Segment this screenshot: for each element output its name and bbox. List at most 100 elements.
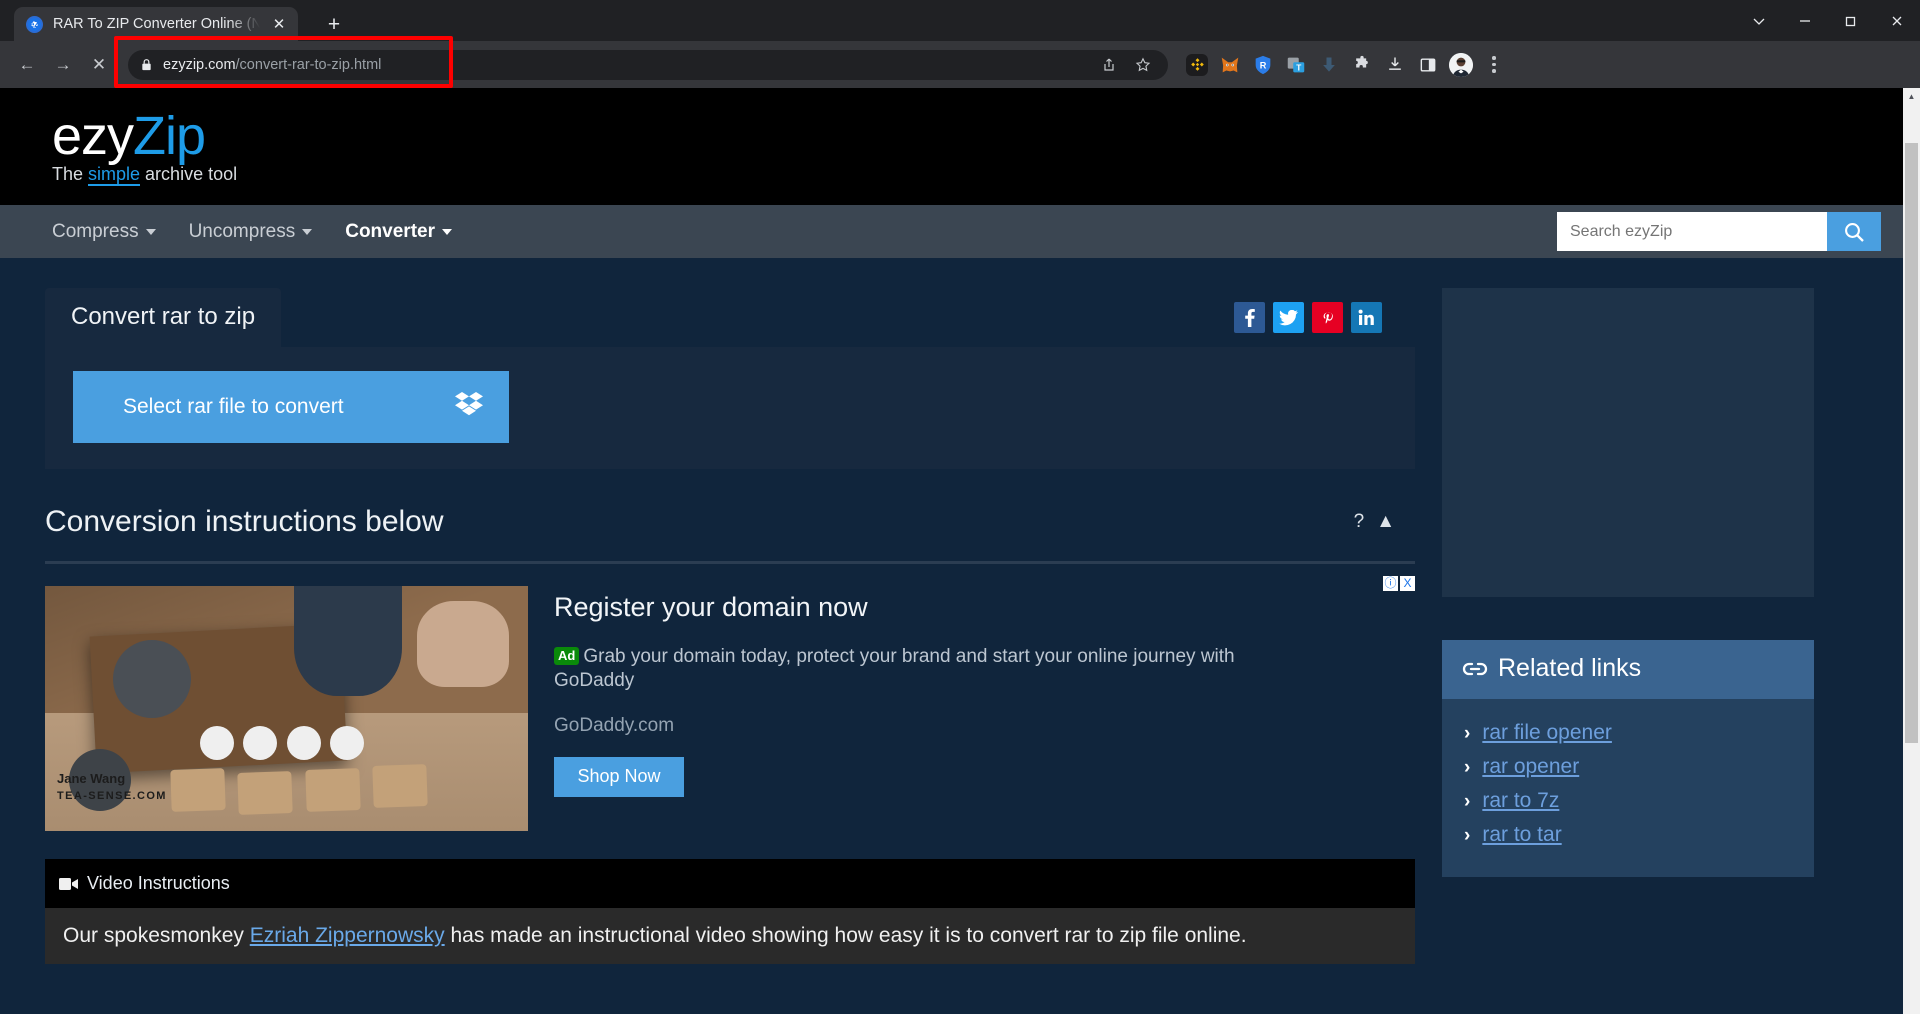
web-page: ezyZip The simple archive tool Compress … — [0, 88, 1903, 1014]
tagline-highlight: simple — [88, 164, 140, 186]
spokesmonkey-link[interactable]: Ezriah Zippernowsky — [250, 924, 445, 947]
ad-image-credit: Jane Wang TEA-SENSE.COM — [57, 770, 167, 805]
video-instructions-text: Our spokesmonkey Ezriah Zippernowsky has… — [63, 924, 1397, 948]
downloads-icon[interactable] — [1380, 50, 1410, 80]
browser-tab[interactable]: eZ RAR To ZIP Converter Online (No ✕ — [14, 7, 298, 41]
site-tagline: The simple archive tool — [52, 164, 1903, 185]
chevron-down-icon — [146, 229, 156, 235]
dropbox-icon — [455, 391, 483, 423]
list-item[interactable]: › rar opener — [1464, 755, 1814, 779]
profile-avatar[interactable] — [1446, 50, 1476, 80]
url-text: ezyzip.com/convert-rar-to-zip.html — [163, 57, 381, 73]
divider — [45, 561, 1415, 564]
search-button[interactable] — [1827, 212, 1881, 251]
close-window-button[interactable] — [1874, 0, 1920, 41]
chevron-right-icon: › — [1464, 792, 1470, 811]
sidebar-ad-placeholder[interactable] — [1442, 288, 1814, 597]
tab-convert-rar-to-zip[interactable]: Convert rar to zip — [45, 288, 281, 347]
facebook-share-icon[interactable] — [1234, 302, 1265, 333]
nav-label: Uncompress — [189, 221, 296, 243]
page-scrollbar[interactable]: ▲ — [1903, 88, 1920, 1014]
related-links-title: Related links — [1498, 654, 1641, 683]
binance-extension-icon[interactable] — [1182, 50, 1212, 80]
bookmark-star-icon[interactable] — [1130, 52, 1156, 78]
social-share-bar — [1234, 288, 1412, 333]
help-icon[interactable]: ? — [1354, 511, 1365, 533]
instructions-section: Conversion instructions below ? ▲ — [45, 505, 1415, 564]
related-link[interactable]: rar opener — [1482, 755, 1579, 779]
main-column: Convert rar to zip — [0, 288, 1412, 964]
nav-item-compress[interactable]: Compress — [52, 221, 156, 243]
instructions-title: Conversion instructions below — [45, 505, 444, 539]
minimize-button[interactable] — [1782, 0, 1828, 41]
twitter-share-icon[interactable] — [1273, 302, 1304, 333]
video-instructions-body: Our spokesmonkey Ezriah Zippernowsky has… — [45, 908, 1415, 964]
ad-badge: Ad — [554, 647, 579, 665]
scroll-up-arrow-icon[interactable]: ▲ — [1903, 88, 1920, 105]
nav-item-uncompress[interactable]: Uncompress — [189, 221, 313, 243]
list-item[interactable]: › rar to 7z — [1464, 789, 1814, 813]
collapse-icon[interactable]: ▲ — [1376, 511, 1395, 533]
forward-button[interactable]: → — [46, 48, 80, 82]
tagline-pre: The — [52, 164, 88, 184]
ad-info-icon[interactable]: ⓘ — [1383, 576, 1398, 591]
logo-part-one: ezy — [52, 106, 133, 166]
metamask-extension-icon[interactable] — [1215, 50, 1245, 80]
select-file-button[interactable]: Select rar file to convert — [73, 371, 509, 443]
search-icon — [1842, 220, 1866, 244]
download-manager-extension-icon[interactable] — [1314, 50, 1344, 80]
list-item[interactable]: › rar to tar — [1464, 823, 1814, 847]
tab-close-icon[interactable]: ✕ — [270, 17, 288, 32]
side-panel-icon[interactable] — [1413, 50, 1443, 80]
logo-part-two: Zip — [133, 106, 205, 166]
related-link[interactable]: rar to tar — [1482, 823, 1561, 847]
linkedin-share-icon[interactable] — [1351, 302, 1382, 333]
chevron-right-icon: › — [1464, 724, 1470, 743]
ad-description-text: Grab your domain today, protect your bra… — [554, 646, 1235, 691]
chevron-down-icon — [302, 229, 312, 235]
ad-close-icon[interactable]: X — [1400, 576, 1415, 591]
stop-loading-button[interactable]: ✕ — [82, 48, 116, 82]
site-search — [1557, 212, 1881, 251]
lock-icon — [140, 58, 153, 71]
browser-toolbar: ← → ✕ ezyzip.com/convert-rar-to-zip.html — [0, 41, 1920, 88]
omnibox-actions — [1096, 52, 1156, 78]
video-instructions-section: Video Instructions Our spokesmonkey Ezri… — [45, 859, 1415, 964]
extensions-puzzle-icon[interactable] — [1347, 50, 1377, 80]
video-instructions-header: Video Instructions — [45, 859, 1415, 908]
nav-label: Converter — [345, 221, 435, 243]
tab-search-chevron-icon[interactable] — [1736, 0, 1782, 41]
address-bar[interactable]: ezyzip.com/convert-rar-to-zip.html — [128, 50, 1168, 80]
pinterest-share-icon[interactable] — [1312, 302, 1343, 333]
shop-now-button[interactable]: Shop Now — [554, 757, 684, 797]
scrollbar-track[interactable] — [1903, 105, 1920, 1014]
nav-item-converter[interactable]: Converter — [345, 221, 452, 243]
ad-domain: GoDaddy.com — [554, 715, 1415, 737]
chevron-right-icon: › — [1464, 758, 1470, 777]
list-item[interactable]: › rar file opener — [1464, 721, 1814, 745]
instructions-controls: ? ▲ — [1354, 511, 1395, 533]
url-domain: ezyzip.com — [163, 57, 236, 73]
extension-tray: R T — [1182, 50, 1509, 80]
site-header: ezyZip The simple archive tool — [0, 88, 1903, 205]
ad-controls: ⓘ X — [1383, 576, 1415, 591]
brave-rewards-extension-icon[interactable]: R — [1248, 50, 1278, 80]
converter-panel: Select rar file to convert — [45, 347, 1415, 469]
chrome-menu-icon[interactable] — [1479, 50, 1509, 80]
video-text-before: Our spokesmonkey — [63, 924, 250, 947]
maximize-button[interactable] — [1828, 0, 1874, 41]
new-tab-button[interactable]: + — [320, 13, 348, 37]
back-button[interactable]: ← — [10, 48, 44, 82]
related-link[interactable]: rar to 7z — [1482, 789, 1559, 813]
share-icon[interactable] — [1096, 52, 1122, 78]
translate-extension-icon[interactable]: T — [1281, 50, 1311, 80]
scrollbar-thumb[interactable] — [1905, 143, 1918, 743]
site-logo[interactable]: ezyZip — [52, 106, 1903, 166]
ad-credit-name: Jane Wang — [57, 770, 167, 789]
ad-title[interactable]: Register your domain now — [554, 592, 1415, 623]
window-controls — [1736, 0, 1920, 41]
search-input[interactable] — [1557, 212, 1827, 251]
related-link[interactable]: rar file opener — [1482, 721, 1612, 745]
ad-image[interactable]: Jane Wang TEA-SENSE.COM — [45, 586, 528, 831]
browser-window: eZ RAR To ZIP Converter Online (No ✕ + ←… — [0, 0, 1920, 1014]
